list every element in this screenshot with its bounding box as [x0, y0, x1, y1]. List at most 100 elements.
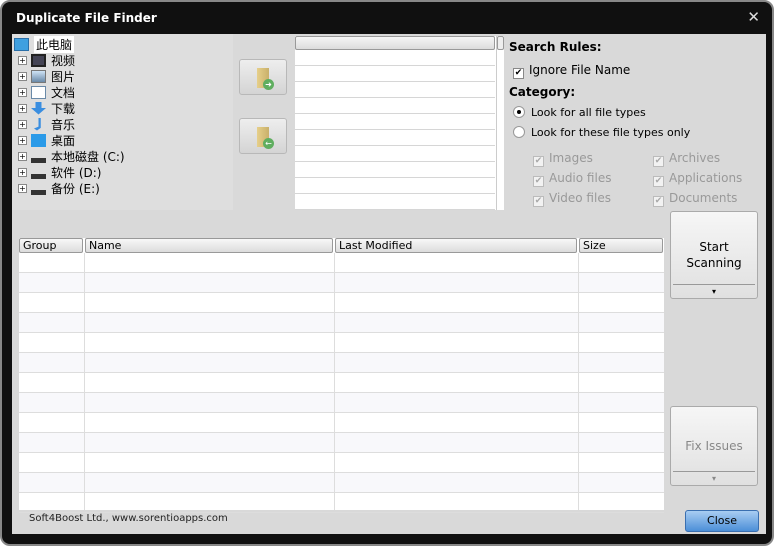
checkbox-label: Applications — [669, 171, 743, 185]
desktop-icon — [31, 133, 46, 147]
drive-icon — [31, 165, 46, 179]
table-row[interactable] — [19, 333, 664, 353]
images-checkbox[interactable]: ✔ Images — [533, 151, 593, 167]
add-folder-button[interactable]: ➜ — [239, 59, 287, 95]
tree-node-label: 视频 — [51, 53, 76, 68]
checkbox-icon: ✔ — [653, 156, 664, 167]
column-header-group[interactable]: Group — [19, 238, 83, 253]
video-icon — [31, 53, 46, 67]
expand-icon[interactable]: + — [18, 135, 27, 145]
selected-folders-list[interactable] — [295, 36, 504, 210]
column-header-size[interactable]: Size — [579, 238, 663, 253]
list-row[interactable] — [295, 114, 495, 130]
radio-icon — [513, 126, 525, 138]
tree-node[interactable]: + 音乐 — [12, 116, 75, 132]
checkbox-icon: ✔ — [653, 196, 664, 207]
list-header[interactable] — [295, 36, 495, 50]
checkbox-label: Ignore File Name — [529, 63, 631, 77]
column-divider — [578, 253, 579, 510]
expand-icon[interactable]: + — [18, 55, 27, 65]
fix-issues-button[interactable]: Fix Issues ▾ — [670, 406, 758, 486]
start-scanning-button[interactable]: Start Scanning ▾ — [670, 211, 758, 299]
expand-icon[interactable]: + — [18, 103, 27, 113]
ignore-file-name-checkbox[interactable]: ✔ Ignore File Name — [513, 63, 630, 79]
list-row[interactable] — [295, 146, 495, 162]
tree-node[interactable]: + 软件 (D:) — [12, 164, 101, 180]
table-row[interactable] — [19, 293, 664, 313]
radio-label: Look for these file types only — [531, 126, 691, 139]
list-row[interactable] — [295, 178, 495, 194]
checkbox-label: Video files — [549, 191, 611, 205]
list-row[interactable] — [295, 130, 495, 146]
table-row[interactable] — [19, 313, 664, 333]
dropdown-arrow-icon[interactable]: ▾ — [673, 284, 755, 298]
list-row[interactable] — [295, 50, 495, 66]
button-label: Scanning — [686, 256, 742, 270]
expand-icon[interactable]: + — [18, 119, 27, 129]
tree-node-label: 备份 (E:) — [51, 181, 100, 196]
remove-folder-button[interactable]: ← — [239, 118, 287, 154]
tree-node[interactable]: + 备份 (E:) — [12, 180, 100, 196]
tree-node[interactable]: + 图片 — [12, 68, 75, 84]
add-arrow-icon: ➜ — [263, 79, 274, 90]
expand-icon[interactable]: + — [18, 183, 27, 193]
table-row[interactable] — [19, 393, 664, 413]
table-row[interactable] — [19, 413, 664, 433]
expand-icon[interactable]: + — [18, 87, 27, 97]
checkbox-label: Archives — [669, 151, 721, 165]
radio-all-file-types[interactable]: Look for all file types — [513, 106, 646, 119]
category-heading: Category: — [509, 85, 576, 99]
archives-checkbox[interactable]: ✔ Archives — [653, 151, 720, 167]
tree-node[interactable]: + 视频 — [12, 52, 75, 68]
window-close-button[interactable]: ✕ — [747, 8, 760, 26]
music-icon — [34, 117, 41, 131]
table-row[interactable] — [19, 273, 664, 293]
tree-node[interactable]: + 本地磁盘 (C:) — [12, 148, 125, 164]
tree-node[interactable]: + 文档 — [12, 84, 75, 100]
expand-icon[interactable]: + — [18, 167, 27, 177]
window-title: Duplicate File Finder — [16, 11, 157, 25]
tree-node[interactable]: 此电脑 — [12, 35, 75, 53]
radio-these-file-types[interactable]: Look for these file types only — [513, 126, 690, 139]
list-row[interactable] — [295, 162, 495, 178]
table-row[interactable] — [19, 453, 664, 473]
audio-files-checkbox[interactable]: ✔ Audio files — [533, 171, 611, 187]
column-header-last-modified[interactable]: Last Modified — [335, 238, 577, 253]
documents-checkbox[interactable]: ✔ Documents — [653, 191, 737, 207]
expand-icon[interactable]: + — [18, 71, 27, 81]
column-header-name[interactable]: Name — [85, 238, 333, 253]
computer-icon — [14, 37, 29, 51]
tree-node[interactable]: + 桌面 — [12, 132, 75, 148]
tree-node-label: 音乐 — [51, 117, 76, 132]
table-row[interactable] — [19, 473, 664, 493]
results-table[interactable]: Group Name Last Modified Size — [19, 238, 664, 513]
list-row[interactable] — [295, 194, 495, 210]
tree-node-label: 此电脑 — [34, 35, 75, 53]
applications-checkbox[interactable]: ✔ Applications — [653, 171, 742, 187]
tree-node-label: 桌面 — [51, 133, 76, 148]
footer-credits: Soft4Boost Ltd., www.sorentioapps.com — [29, 513, 228, 524]
checkbox-label: Images — [549, 151, 593, 165]
close-button[interactable]: Close — [685, 510, 759, 532]
table-row[interactable] — [19, 493, 664, 513]
list-row[interactable] — [295, 82, 495, 98]
checkbox-icon: ✔ — [513, 68, 524, 79]
table-row[interactable] — [19, 253, 664, 273]
client-area: 此电脑 + 视频 + 图片 + 文档 + 下载 + 音乐 + 桌面 + 本地磁盘 (C:) + 软件 (D:) +… — [12, 34, 766, 534]
checkbox-icon: ✔ — [653, 176, 664, 187]
checkbox-icon: ✔ — [533, 156, 544, 167]
table-row[interactable] — [19, 353, 664, 373]
table-row[interactable] — [19, 433, 664, 453]
folder-tree[interactable]: 此电脑 + 视频 + 图片 + 文档 + 下载 + 音乐 + 桌面 + 本地磁盘 (C:) + 软件 (D:) +… — [12, 34, 233, 210]
tree-node[interactable]: + 下载 — [12, 100, 75, 116]
expand-icon[interactable]: + — [18, 151, 27, 161]
scrollbar[interactable] — [496, 36, 504, 210]
tree-node-label: 文档 — [51, 85, 76, 100]
list-row[interactable] — [295, 66, 495, 82]
table-row[interactable] — [19, 373, 664, 393]
scrollbar-header[interactable] — [497, 36, 504, 50]
dropdown-arrow-icon[interactable]: ▾ — [673, 471, 755, 485]
video-files-checkbox[interactable]: ✔ Video files — [533, 191, 611, 207]
list-row[interactable] — [295, 98, 495, 114]
checkbox-label: Documents — [669, 191, 738, 205]
